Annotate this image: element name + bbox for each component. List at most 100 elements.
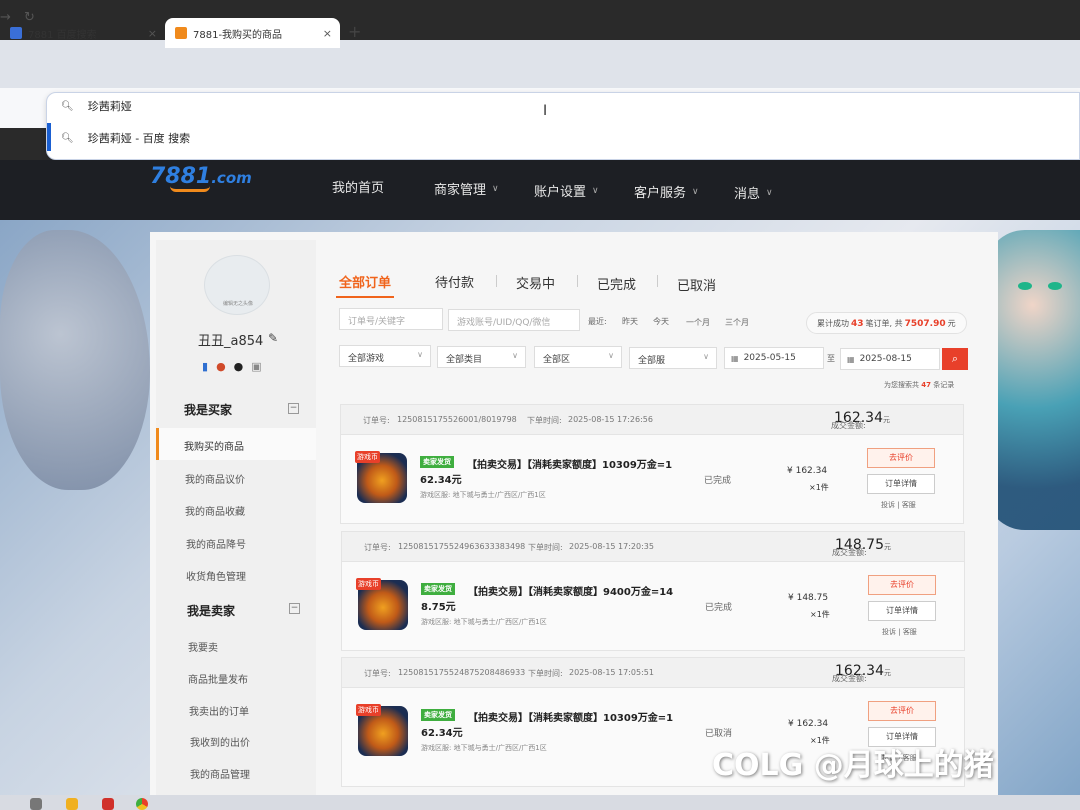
search-button[interactable]: ⌕ [942,348,968,370]
address-bar-dropdown[interactable]: 🔍︎ 珍茜莉娅 🔍︎ 珍茜莉娅 - 百度 搜索 I [46,92,1080,160]
phone-icon[interactable]: ▮ [202,360,208,373]
recent-three-months[interactable]: 三个月 [725,317,749,328]
order-region: 游戏区服: 地下城与勇士/广西区/广西1区 [421,744,547,752]
nav-merchant[interactable]: 商家管理 ∨ [434,179,499,198]
character-eye [1018,282,1032,290]
deal-amount: 成交金额: 148.75元 [832,537,891,557]
chevron-down-icon: ∨ [417,350,423,359]
edit-icon[interactable]: ✎ [268,331,278,345]
order-detail-button[interactable]: 订单详情 [868,601,936,621]
keyword-input[interactable]: 订单号/关键字 [339,308,443,330]
game-coin-thumbnail[interactable]: 游戏币 [356,578,408,630]
new-tab-button[interactable]: + [348,22,361,41]
recent-yesterday[interactable]: 昨天 [622,316,638,327]
evaluate-button[interactable]: 去评价 [867,448,935,468]
deal-amount: 成交金额: 162.34元 [831,410,890,430]
thumb-tag: 游戏币 [356,578,381,590]
sidebar-item-bargain[interactable]: 我的商品议价 [185,471,245,486]
service-link[interactable]: 客服 [902,501,916,509]
omnibox-suggestion[interactable]: 🔍︎ 珍茜莉娅 - 百度 搜索 [61,127,190,149]
tab-separator [577,275,578,287]
lock-icon[interactable]: ▣ [251,360,261,373]
close-icon[interactable]: × [323,27,332,40]
search-icon: 🔍︎ [61,100,74,112]
sidebar-item-roles[interactable]: 收货角色管理 [186,568,246,583]
order-no-label: 订单号: [364,543,391,552]
order-detail-button[interactable]: 订单详情 [867,474,935,494]
game-coin-thumbnail[interactable]: 游戏币 [355,451,407,503]
logo-swoosh [170,186,210,192]
sidebar-item-sell[interactable]: 我要卖 [188,639,218,654]
collapse-icon[interactable]: − [289,603,300,614]
sidebar-item-purchased[interactable]: 我购买的商品 [184,438,244,453]
qq-icon[interactable]: ● [234,360,244,373]
order-stats: 累计成功 43 笔订单, 共 7507.90 元 [806,312,967,334]
7881-favicon-icon [175,27,187,39]
quantity: ×1件 [810,610,830,619]
order-card: 订单号: 1250815175526001/8019798 下单时间: 2025… [340,404,964,524]
zone-select[interactable]: 全部区 ∨ [534,346,622,368]
game-select[interactable]: 全部游戏 ∨ [339,345,431,367]
taskbar-app-icon[interactable] [102,798,114,810]
account-input[interactable]: 游戏账号/UID/QQ/微信 [448,309,580,331]
category-select[interactable]: 全部类目 ∨ [437,346,526,368]
nav-account[interactable]: 账户设置 ∨ [534,181,599,200]
service-link[interactable]: 客服 [903,628,917,636]
order-no: 1250815175524875208486933 [398,668,526,677]
tab-in-progress[interactable]: 交易中 [516,273,555,292]
sidebar-item-manage[interactable]: 我的商品管理 [190,766,250,781]
chrome-icon[interactable] [136,798,148,810]
collapse-icon[interactable]: − [288,403,299,414]
sidebar-item-offers[interactable]: 我收到的出价 [190,734,250,749]
nav-home[interactable]: 我的首页 [332,177,384,196]
quantity: ×1件 [809,483,829,492]
order-title-cont[interactable]: 62.34元 [421,724,463,739]
chevron-down-icon: ∨ [608,351,614,360]
taskbar-app-icon[interactable] [30,798,42,810]
order-title-cont[interactable]: 8.75元 [421,598,456,613]
tab-cancelled[interactable]: 已取消 [677,275,716,294]
sidebar [156,240,316,810]
logo-suffix: .com [211,169,252,187]
order-title[interactable]: 【拍卖交易】【消耗卖家额度】9400万金=14 [468,583,673,598]
order-no-label: 订单号: [364,669,391,678]
sidebar-item-price-drop[interactable]: 我的商品降号 [186,536,246,551]
order-no-label: 订单号: [363,416,390,425]
order-title-cont[interactable]: 62.34元 [420,471,462,486]
browser-tab-7881[interactable]: 7881-我购买的商品 × [165,18,340,48]
nav-messages[interactable]: 消息 ∨ [734,183,773,202]
folder-icon[interactable] [66,798,78,810]
recent-month[interactable]: 一个月 [686,317,710,328]
tab-pending-payment[interactable]: 待付款 [435,272,474,291]
seller-ship-badge: 卖家发货 [421,583,455,595]
recent-today[interactable]: 今天 [653,316,669,327]
nav-service[interactable]: 客户服务 ∨ [634,182,699,201]
search-icon: ⌕ [951,352,959,365]
forward-arrow-icon[interactable]: → [0,10,11,25]
date-to-input[interactable]: ▦ 2025-08-15 [840,348,940,370]
unit-price: ¥ 162.34 [788,719,829,729]
evaluate-button[interactable]: 去评价 [868,575,936,595]
reload-icon[interactable]: ↻ [24,10,35,25]
sidebar-item-favorites[interactable]: 我的商品收藏 [185,503,245,518]
server-select[interactable]: 全部服 ∨ [629,347,717,369]
realname-icon[interactable]: ● [216,360,226,373]
order-time: 2025-08-15 17:05:51 [569,668,654,677]
game-coin-thumbnail[interactable]: 游戏币 [356,704,408,756]
text-cursor-icon: I [543,103,548,119]
order-no: 1250815175524963633383498 [398,542,526,551]
appeal-link[interactable]: 投诉 [881,501,895,509]
close-icon[interactable]: × [148,27,157,40]
tab-completed[interactable]: 已完成 [597,274,636,293]
taskbar [0,795,1080,810]
tab-all-orders[interactable]: 全部订单 [339,272,391,291]
omnibox-input[interactable]: 🔍︎ 珍茜莉娅 [61,95,132,117]
evaluate-button[interactable]: 去评价 [868,701,936,721]
sidebar-item-sold-orders[interactable]: 我卖出的订单 [189,703,249,718]
watermark: COLG @月球上的猪 [712,748,994,783]
sidebar-item-bulk-publish[interactable]: 商品批量发布 [188,671,248,686]
order-title[interactable]: 【拍卖交易】【消耗卖家额度】10309万金=1 [467,456,672,471]
appeal-link[interactable]: 投诉 [882,628,896,636]
order-title[interactable]: 【拍卖交易】【消耗卖家额度】10309万金=1 [468,709,673,724]
date-from-input[interactable]: ▦ 2025-05-15 [724,347,824,369]
